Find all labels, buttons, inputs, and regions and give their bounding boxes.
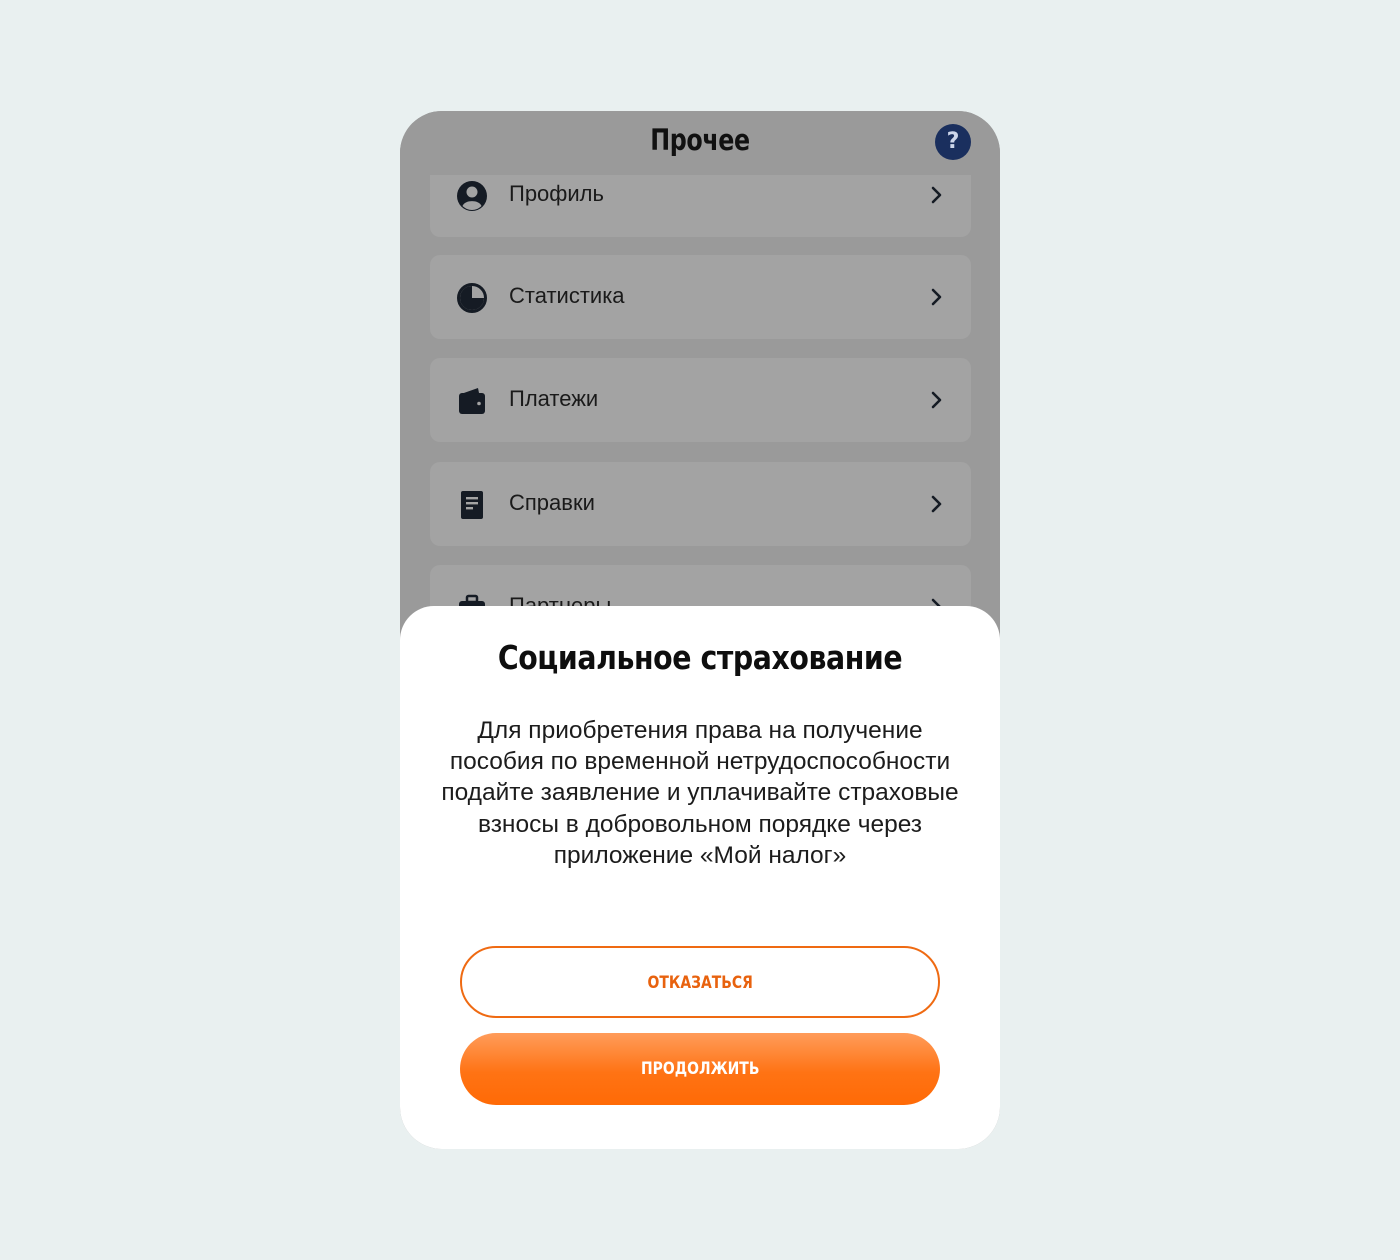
decline-button-label: ОТКАЗАТЬСЯ bbox=[647, 973, 753, 993]
menu-item-label: Профиль bbox=[509, 181, 604, 206]
dialog-message: Для приобретения права на получение посо… bbox=[441, 717, 959, 869]
chevron-right-icon bbox=[931, 186, 942, 204]
user-circle-icon bbox=[457, 181, 487, 211]
document-icon bbox=[461, 491, 483, 519]
social-insurance-dialog: Социальное страхование Для приобретения … bbox=[400, 606, 1000, 1149]
help-button[interactable]: ? bbox=[935, 124, 971, 160]
menu-item-label: Платежи bbox=[509, 386, 599, 411]
menu-item-label: Статистика bbox=[509, 283, 625, 308]
menu-item-statistics[interactable]: Статистика bbox=[430, 255, 971, 339]
menu-item-certificates[interactable]: Справки bbox=[430, 462, 971, 546]
phone-screen: Прочее ? Профиль Статистика Платежи Спра… bbox=[400, 111, 1000, 1149]
page-title: Прочее bbox=[650, 123, 750, 157]
menu-item-label: Справки bbox=[509, 490, 595, 515]
chevron-right-icon bbox=[931, 391, 942, 409]
chevron-right-icon bbox=[931, 288, 942, 306]
wallet-icon bbox=[459, 388, 485, 414]
chevron-right-icon bbox=[931, 495, 942, 513]
continue-button-label: ПРОДОЛЖИТЬ bbox=[640, 1059, 760, 1079]
question-mark-icon: ? bbox=[946, 129, 960, 154]
decline-button[interactable]: ОТКАЗАТЬСЯ bbox=[460, 946, 940, 1018]
pie-chart-icon bbox=[457, 283, 487, 313]
top-bar: Прочее ? bbox=[400, 111, 1000, 175]
continue-button[interactable]: ПРОДОЛЖИТЬ bbox=[460, 1033, 940, 1105]
dialog-title: Социальное страхование bbox=[497, 638, 903, 677]
menu-item-payments[interactable]: Платежи bbox=[430, 358, 971, 442]
